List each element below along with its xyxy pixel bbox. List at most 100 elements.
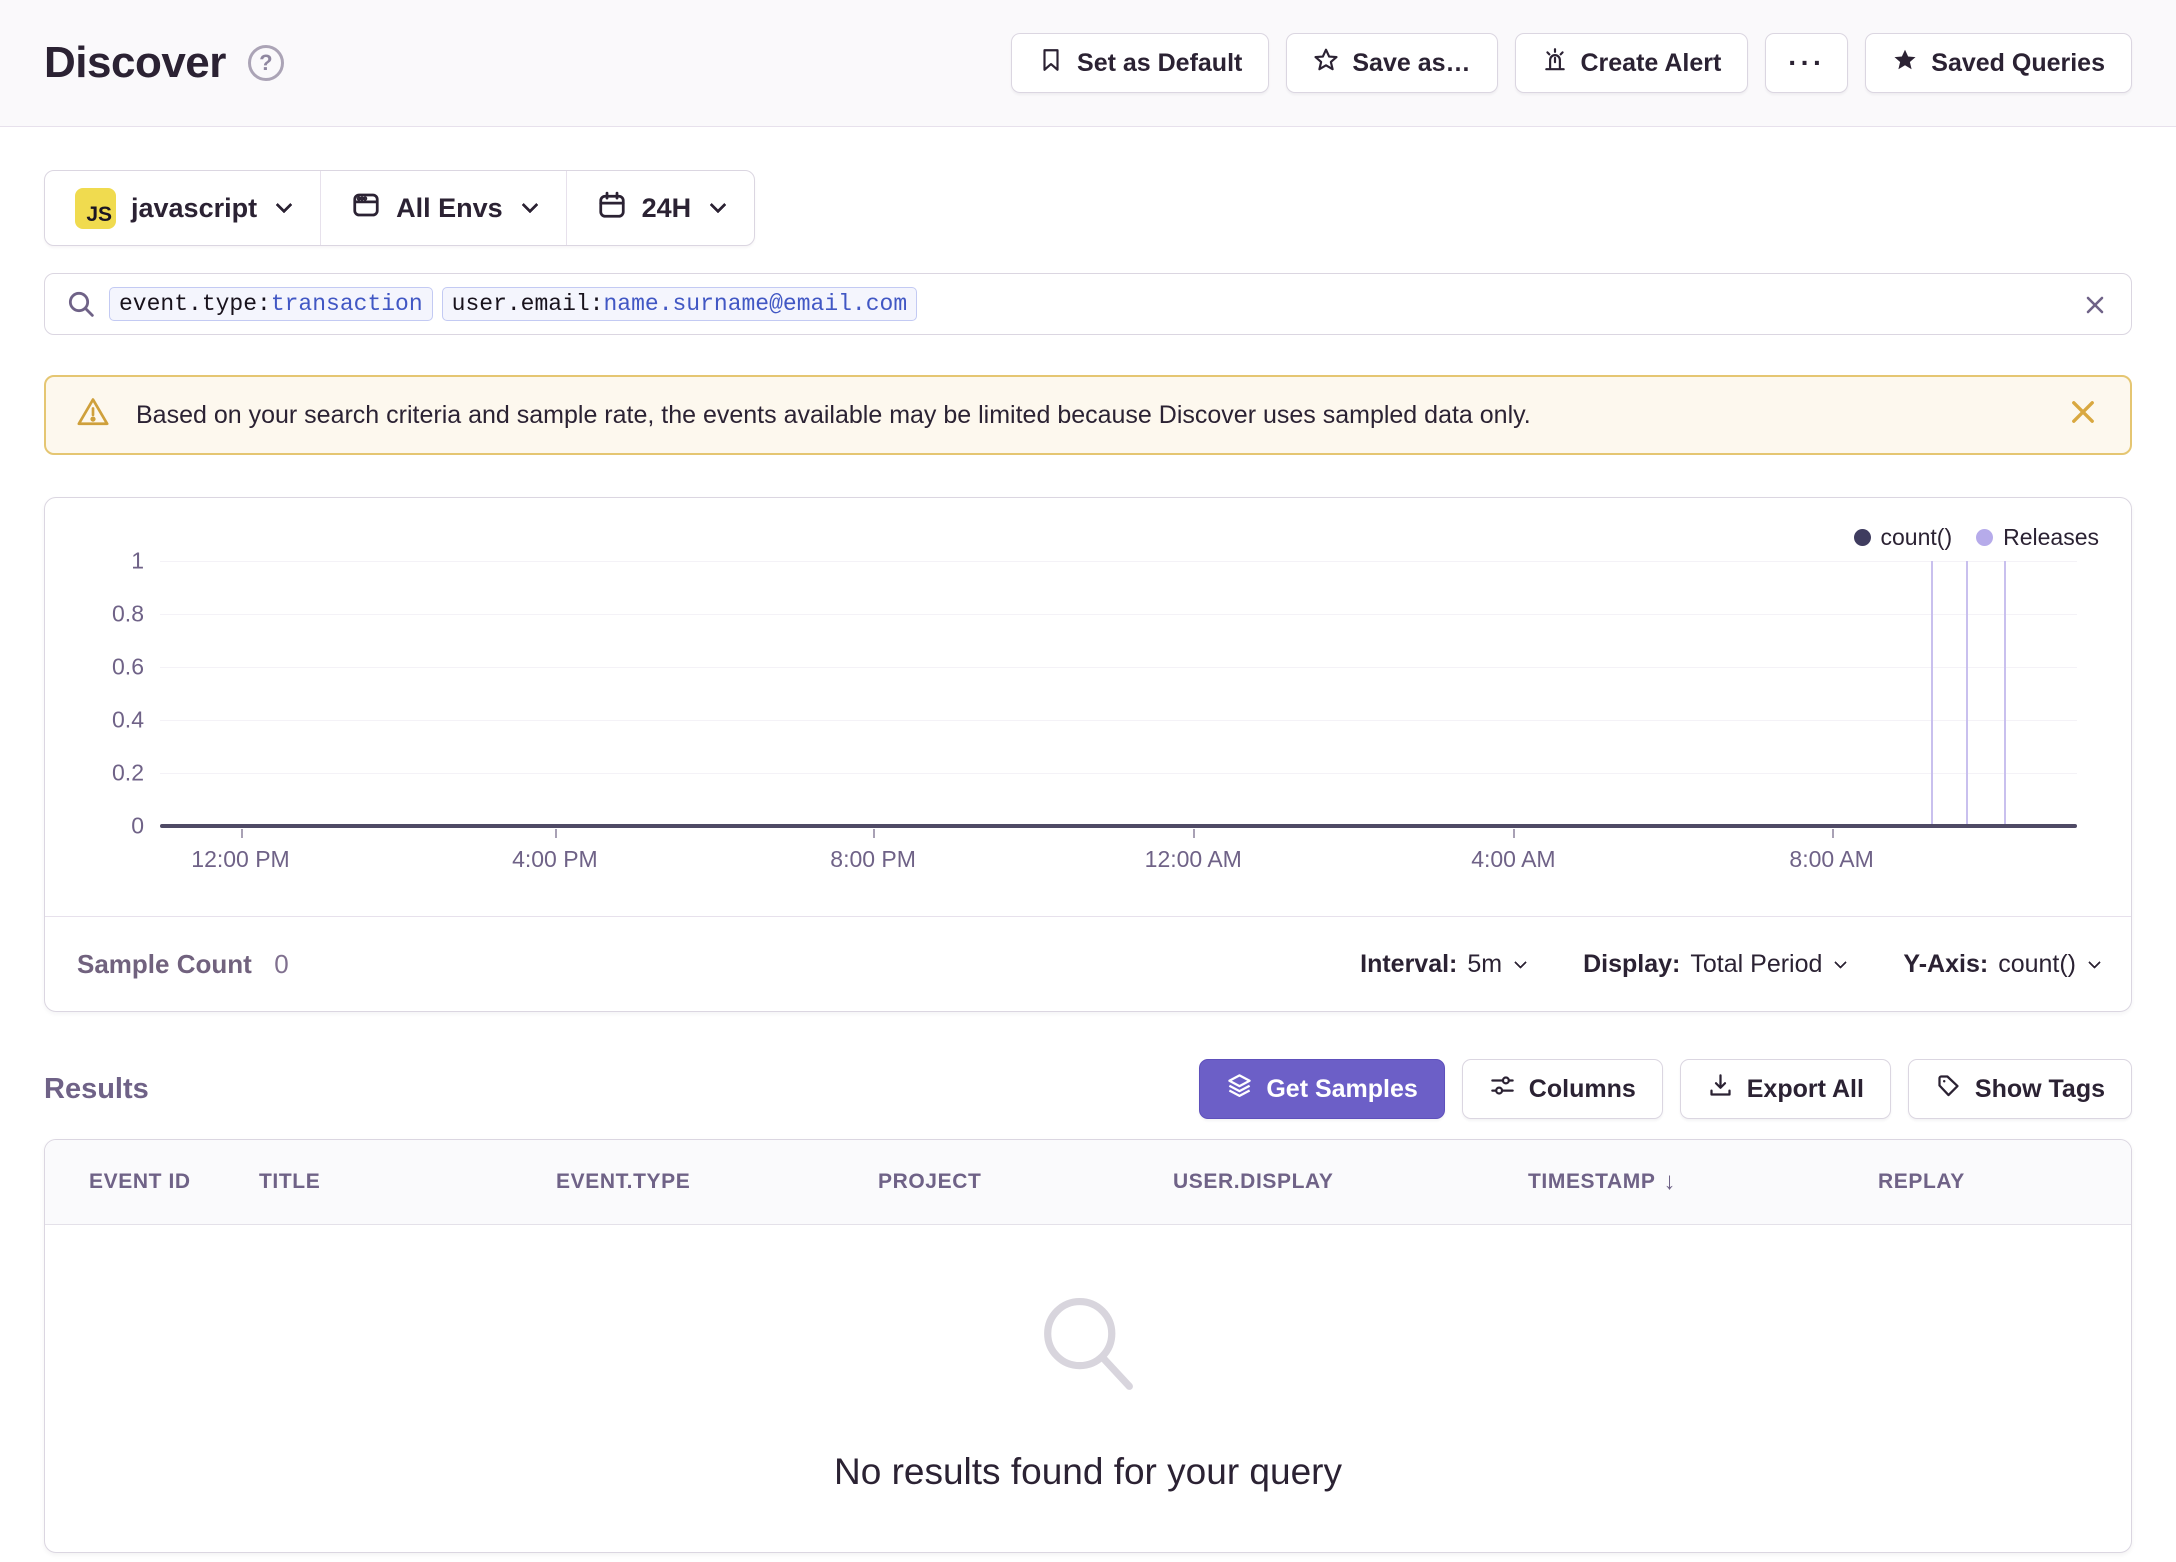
x-axis-tick (554, 829, 557, 838)
chart-panel: count() Releases 0 0.2 0.4 0.6 0.8 1 12:00 PM 4… (44, 497, 2132, 1012)
release-marker-line[interactable] (2004, 561, 2007, 826)
chevron-down-icon (1834, 955, 1848, 969)
y-axis-label: 0.4 (112, 706, 144, 733)
x-axis-label: 12:00 AM (1144, 846, 1242, 872)
siren-icon (1542, 47, 1568, 80)
interval-dropdown[interactable]: Interval: 5m (1360, 950, 1527, 979)
column-header-project[interactable]: PROJECT (878, 1170, 1173, 1194)
column-header-event-id[interactable]: EVENT ID (45, 1170, 259, 1194)
releases-legend-dot-icon (1976, 529, 1994, 546)
results-header-row: Results Get Samples Columns Export All S… (44, 1059, 2132, 1119)
y-axis-label: 0.6 (112, 653, 144, 680)
release-marker-line[interactable] (1965, 561, 1968, 826)
star-filled-icon (1892, 47, 1918, 80)
empty-search-icon (1026, 1284, 1150, 1413)
chart-controls: Interval: 5m Display: Total Period Y-Axi… (1360, 950, 2101, 979)
show-tags-button[interactable]: Show Tags (1907, 1059, 2132, 1119)
grid-line (160, 561, 2077, 562)
environment-filter[interactable]: All Envs (321, 171, 566, 245)
layers-icon (1226, 1072, 1253, 1106)
x-axis-tick (1193, 829, 1196, 838)
title-wrap: Discover ? (44, 38, 284, 88)
export-all-button[interactable]: Export All (1679, 1059, 1891, 1119)
bookmark-icon (1038, 47, 1064, 80)
main-content: JS javascript All Envs 24H event.type: tr… (0, 127, 2176, 1553)
columns-button[interactable]: Columns (1461, 1059, 1663, 1119)
sort-desc-icon: ↓ (1663, 1168, 1677, 1195)
banner-close-icon[interactable] (2066, 395, 2100, 436)
project-filter[interactable]: JS javascript (45, 171, 320, 245)
results-table: EVENT ID TITLE EVENT.TYPE PROJECT USER.D… (44, 1139, 2132, 1553)
sliders-icon (1489, 1072, 1516, 1106)
window-icon (351, 190, 381, 227)
search-token-user-email[interactable]: user.email: name.surname@email.com (441, 287, 918, 321)
empty-message: No results found for your query (834, 1451, 1342, 1492)
results-actions: Get Samples Columns Export All Show Tags (1199, 1059, 2132, 1119)
banner-message: Based on your search criteria and sample… (136, 400, 1531, 429)
chevron-down-icon (2088, 955, 2101, 969)
ellipsis-icon: ··· (1788, 47, 1826, 78)
x-axis-label: 8:00 PM (830, 846, 916, 872)
chevron-down-icon (1514, 955, 1527, 969)
more-options-button[interactable]: ··· (1765, 33, 1849, 93)
chevron-down-icon (709, 196, 727, 214)
saved-queries-button[interactable]: Saved Queries (1865, 33, 2132, 93)
search-token-event-type[interactable]: event.type: transaction (109, 287, 433, 321)
legend-item-releases[interactable]: Releases (1976, 524, 2099, 551)
date-range-label: 24H (641, 192, 692, 223)
clear-search-icon[interactable] (2081, 291, 2109, 324)
date-range-filter[interactable]: 24H (567, 171, 755, 245)
column-header-timestamp[interactable]: TIMESTAMP ↓ (1528, 1168, 1878, 1196)
release-marker-line[interactable] (1931, 561, 1934, 826)
results-title: Results (44, 1072, 149, 1105)
create-alert-button[interactable]: Create Alert (1514, 33, 1749, 93)
x-axis-tick (873, 829, 876, 838)
warning-triangle-icon (76, 395, 110, 436)
grid-line (160, 667, 2077, 668)
page-header: Discover ? Set as Default Save as… Creat… (0, 0, 2176, 127)
chart-legend: count() Releases (1853, 524, 2099, 551)
project-filter-label: javascript (131, 192, 258, 223)
sampled-data-warning-banner: Based on your search criteria and sample… (44, 375, 2132, 455)
count-series-line (160, 824, 2077, 828)
tag-icon (1935, 1072, 1962, 1106)
sample-count-value: 0 (274, 948, 289, 979)
chevron-down-icon (275, 196, 293, 214)
header-actions: Set as Default Save as… Create Alert ···… (1011, 33, 2132, 93)
help-icon[interactable]: ? (247, 45, 284, 81)
y-axis-dropdown[interactable]: Y-Axis: count() (1903, 950, 2101, 979)
column-header-user-display[interactable]: USER.DISPLAY (1173, 1170, 1528, 1194)
table-header-row: EVENT ID TITLE EVENT.TYPE PROJECT USER.D… (45, 1140, 2131, 1225)
chart-footer: Sample Count 0 Interval: 5m Display: Tot… (45, 916, 2131, 1011)
column-header-event-type[interactable]: EVENT.TYPE (556, 1170, 878, 1194)
x-axis-label: 4:00 AM (1471, 846, 1556, 872)
grid-line (160, 720, 2077, 721)
grid-line (160, 773, 2077, 774)
x-axis-tick (1513, 829, 1516, 838)
x-axis-label: 8:00 AM (1789, 846, 1874, 872)
column-header-replay[interactable]: REPLAY (1878, 1170, 2131, 1194)
sample-count: Sample Count 0 (77, 949, 289, 980)
column-header-title[interactable]: TITLE (259, 1170, 556, 1194)
x-axis-label: 4:00 PM (512, 846, 598, 872)
star-outline-icon (1313, 47, 1339, 80)
page-filter-bar: JS javascript All Envs 24H (44, 170, 756, 246)
search-icon (65, 288, 97, 325)
x-axis-tick (1831, 829, 1834, 838)
set-as-default-button[interactable]: Set as Default (1011, 33, 1270, 93)
get-samples-button[interactable]: Get Samples (1199, 1059, 1445, 1119)
save-as-button[interactable]: Save as… (1286, 33, 1498, 93)
search-bar[interactable]: event.type: transaction user.email: name.s… (44, 273, 2132, 335)
environment-filter-label: All Envs (396, 192, 503, 223)
page-title: Discover (44, 38, 226, 87)
chart-plot[interactable]: 0 0.2 0.4 0.6 0.8 1 12:00 PM 4:00 PM 8:00 PM 12:0… (112, 548, 2077, 872)
display-dropdown[interactable]: Display: Total Period (1583, 950, 1848, 979)
grid-line (160, 614, 2077, 615)
x-axis-label: 12:00 PM (191, 846, 290, 872)
y-axis-label: 0.2 (112, 759, 144, 786)
y-axis-label: 0.8 (112, 600, 144, 627)
legend-item-count[interactable]: count() (1853, 524, 1952, 551)
x-axis-tick (240, 829, 243, 838)
sample-count-label: Sample Count (77, 948, 252, 979)
y-axis-label: 0 (131, 812, 144, 839)
